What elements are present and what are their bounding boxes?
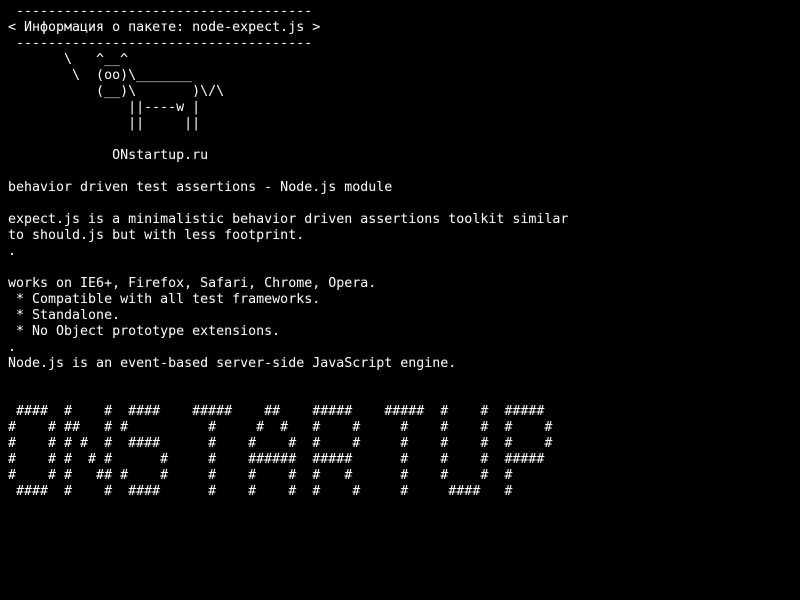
description-line: works on IE6+, Firefox, Safari, Chrome, … — [8, 276, 377, 291]
cow-art-line: \ (oo)\_______ — [8, 68, 193, 83]
description-line: Node.js is an event-based server-side Ja… — [8, 356, 457, 371]
description-dot: . — [8, 340, 17, 355]
feature-item: * Standalone. — [8, 308, 121, 323]
cowsay-package-info: < Информация о пакете: node-expect.js > — [8, 20, 321, 35]
package-summary: behavior driven test assertions - Node.j… — [8, 180, 393, 195]
description-line: to should.js but with less footprint. — [8, 228, 305, 243]
ascii-banner-line: #### # # #### ##### ## ##### ##### # # #… — [8, 404, 545, 419]
terminal-screen: ------------------------------------- < … — [8, 4, 792, 596]
cowsay-border-top: ------------------------------------- — [8, 4, 313, 19]
ascii-banner-line: # # # # # #### # # # # # # # # # # — [8, 436, 553, 451]
ascii-banner-line: # # # ## # # # # # # # # # # # — [8, 468, 513, 483]
cow-art-line: || || — [8, 116, 201, 131]
site-name: ONstartup.ru — [8, 148, 209, 163]
cowsay-border-bottom: ------------------------------------- — [8, 36, 313, 51]
ascii-banner-line: # # ## # # # # # # # # # # # # — [8, 420, 553, 435]
ascii-banner-line: #### # # #### # # # # # # #### # — [8, 484, 513, 499]
description-dot: . — [8, 244, 17, 259]
feature-item: * Compatible with all test frameworks. — [8, 292, 321, 307]
cow-art-line: \ ^__^ — [8, 52, 129, 67]
description-line: expect.js is a minimalistic behavior dri… — [8, 212, 569, 227]
cow-art-line: ||----w | — [8, 100, 201, 115]
feature-item: * No Object prototype extensions. — [8, 324, 281, 339]
cow-art-line: (__)\ )\/\ — [8, 84, 225, 99]
ascii-banner-line: # # # # # # # ###### ##### # # # ##### — [8, 452, 545, 467]
